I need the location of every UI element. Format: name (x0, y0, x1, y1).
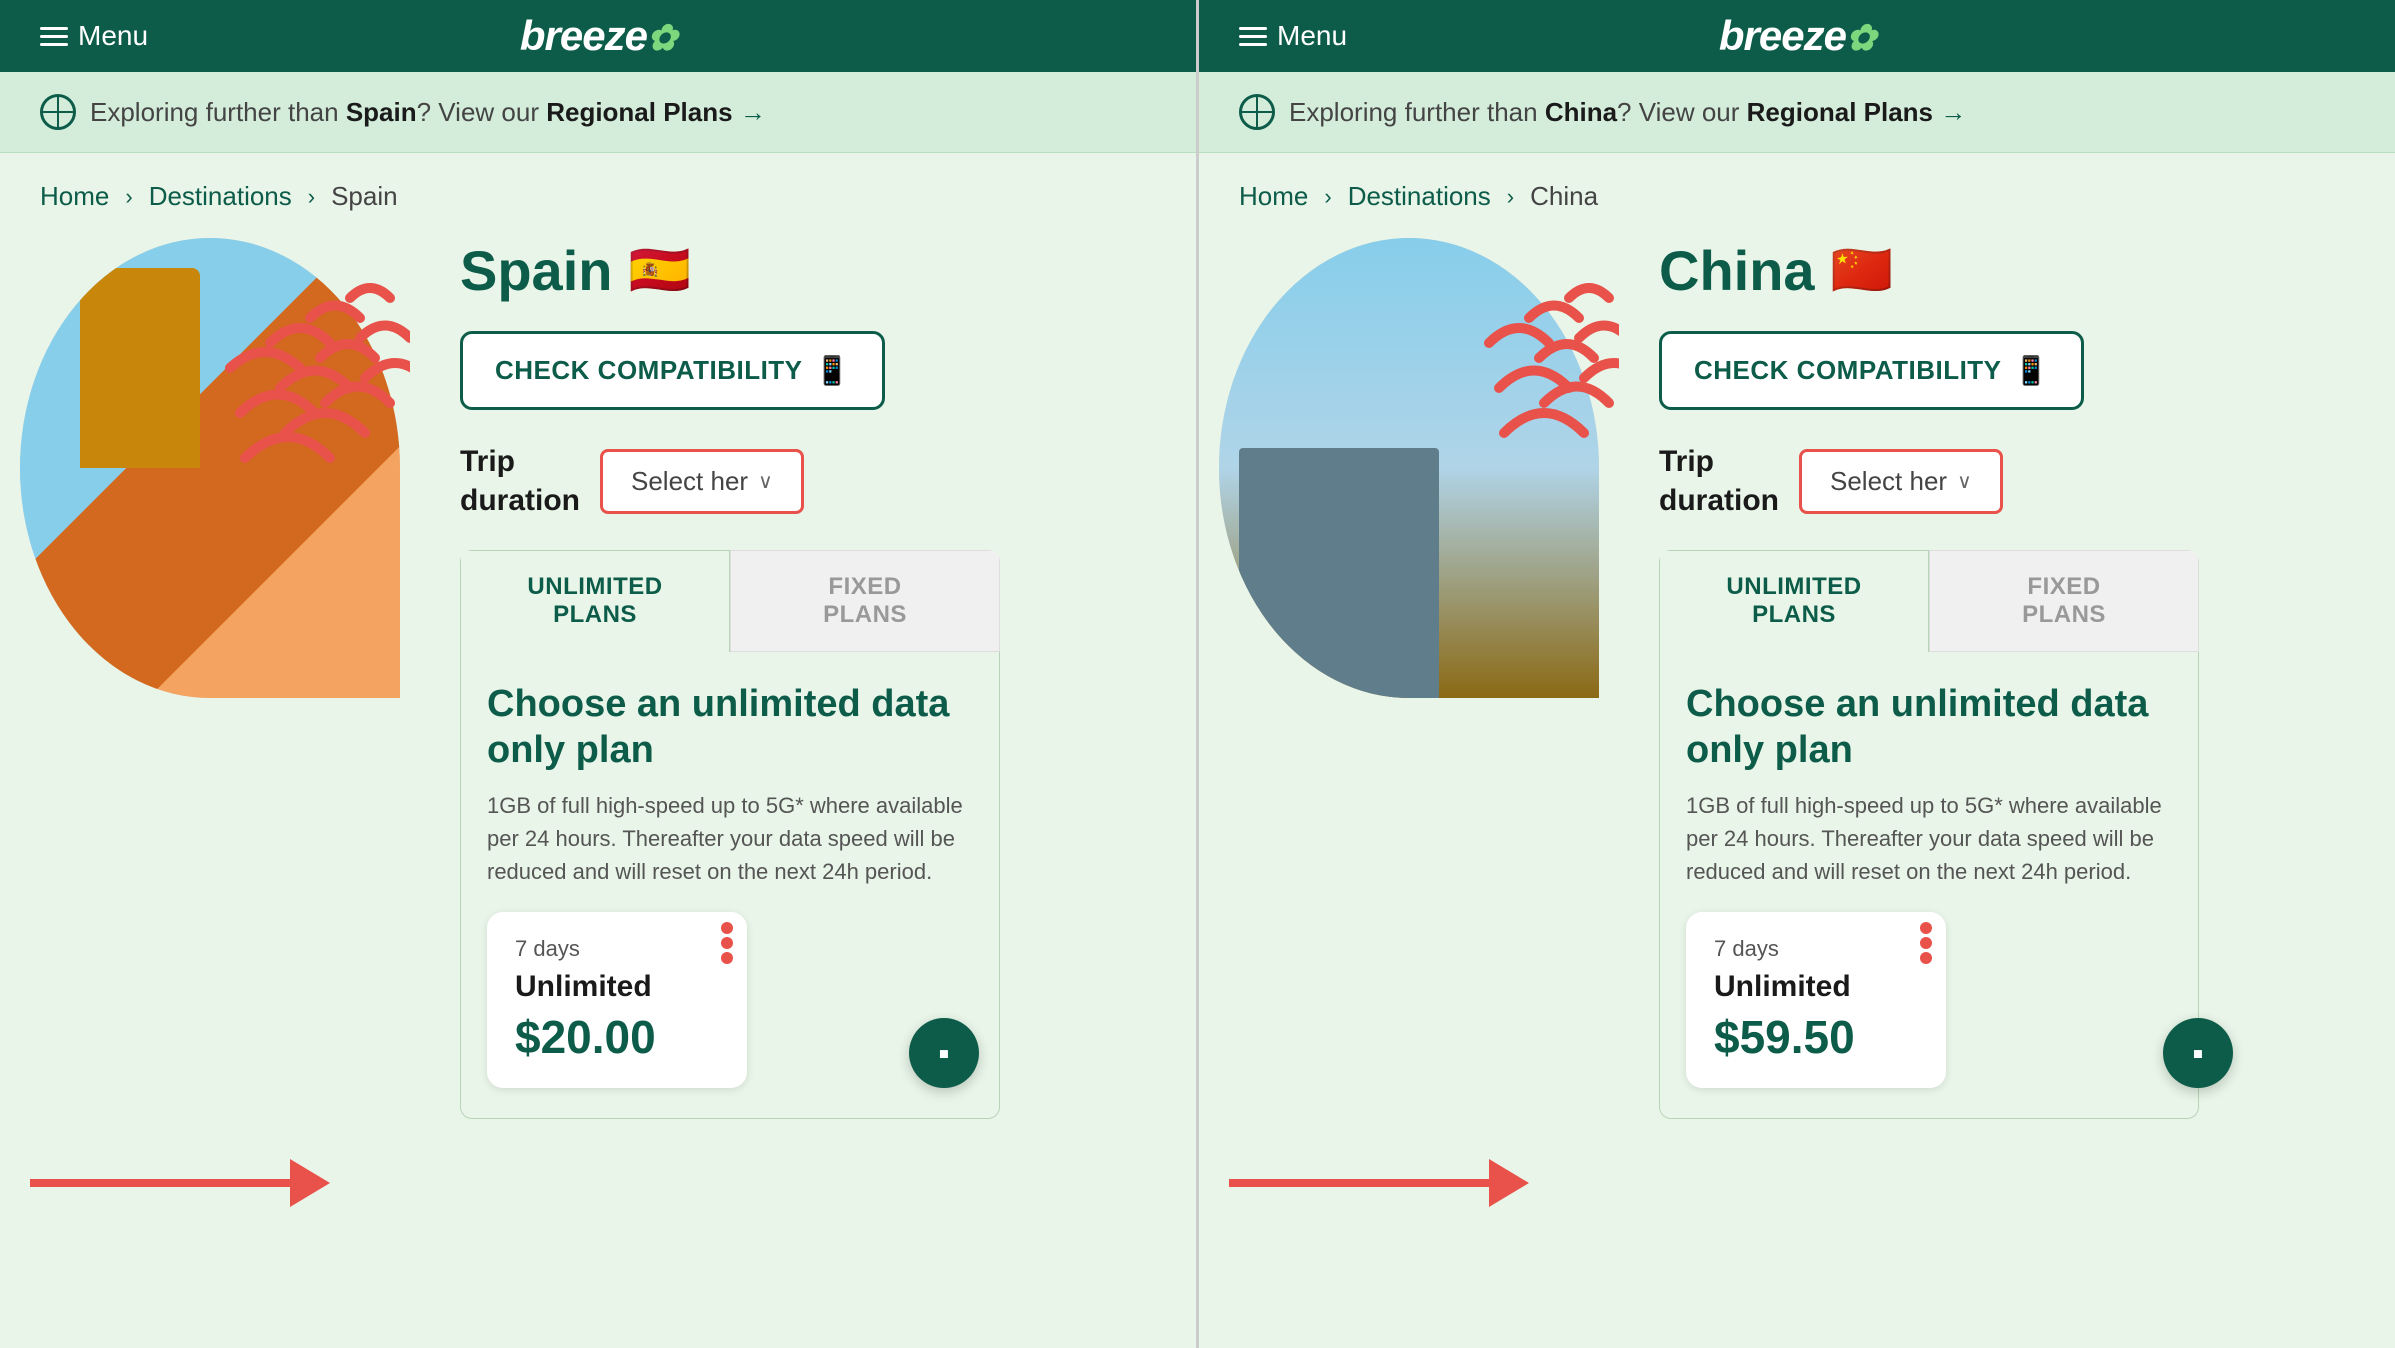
destination-title-china: China 🇨🇳 (1659, 238, 2365, 303)
chevron-down-icon-china: ∨ (1957, 469, 1972, 494)
regional-plans-link-spain[interactable]: Regional Plans → (546, 97, 766, 127)
china-panel: Menu breeze✿ Exploring further than Chin… (1199, 0, 2395, 1348)
navbar-spain: Menu breeze✿ (0, 0, 1196, 72)
chat-button-spain[interactable]: ▪ (909, 1018, 979, 1088)
plan-tabs-china: UNLIMITEDPLANS FIXEDPLANS (1659, 550, 2199, 652)
breadcrumb-home-spain[interactable]: Home (40, 181, 109, 212)
phone-icon-spain: 📱 (815, 354, 850, 387)
breadcrumb-spain: Home › Destinations › Spain (0, 153, 1196, 228)
banner-text-spain: Exploring further than Spain? View our R… (90, 97, 766, 128)
trip-label-china: Tripduration (1659, 442, 1779, 520)
plan-title-china: Choose an unlimited data only plan (1686, 682, 2172, 773)
flag-spain: 🇪🇸 (628, 241, 690, 300)
arrow-spain (30, 1158, 330, 1208)
navbar-china: Menu breeze✿ (1199, 0, 2395, 72)
price-card-china[interactable]: 7 days Unlimited $59.50 (1686, 912, 1946, 1088)
chat-icon-china: ▪ (2192, 1035, 2203, 1072)
price-days-spain: 7 days (515, 936, 719, 962)
spain-panel: Menu breeze✿ Exploring further than Spai… (0, 0, 1199, 1348)
trip-duration-row-china: Tripduration Select her ∨ (1659, 442, 2365, 520)
price-plan-spain: Unlimited (515, 970, 719, 1004)
hamburger-icon-china (1239, 27, 1267, 46)
plan-content-china: Choose an unlimited data only plan 1GB o… (1659, 652, 2199, 1119)
logo-spain: breeze✿ (520, 12, 676, 60)
info-section-spain: Spain 🇪🇸 CHECK COMPATIBILITY📱 Tripdurati… (440, 238, 1196, 1328)
plan-content-spain: Choose an unlimited data only plan 1GB o… (460, 652, 1000, 1119)
trip-label-spain: Tripduration (460, 442, 580, 520)
check-compat-btn-spain[interactable]: CHECK COMPATIBILITY📱 (460, 331, 885, 410)
plan-desc-china: 1GB of full high-speed up to 5G* where a… (1686, 789, 2172, 888)
chevron-down-icon-spain: ∨ (758, 469, 773, 494)
menu-button-spain[interactable]: Menu (40, 20, 148, 52)
hamburger-icon-spain (40, 27, 68, 46)
check-compat-btn-china[interactable]: CHECK COMPATIBILITY📱 (1659, 331, 2084, 410)
decorative-china (1439, 258, 1619, 523)
trip-select-china[interactable]: Select her ∨ (1799, 449, 2003, 514)
breadcrumb-sep2-spain: › (308, 184, 315, 210)
price-deco-spain (721, 922, 733, 964)
chat-icon-spain: ▪ (938, 1035, 949, 1072)
price-amount-spain: $20.00 (515, 1010, 719, 1064)
breadcrumb-current-china: China (1530, 181, 1598, 212)
decorative-spain (210, 258, 410, 543)
info-section-china: China 🇨🇳 CHECK COMPATIBILITY📱 Tripdurati… (1639, 238, 2395, 1328)
price-days-china: 7 days (1714, 936, 1918, 962)
banner-text-china: Exploring further than China? View our R… (1289, 97, 1966, 128)
globe-icon-spain (40, 94, 76, 130)
breadcrumb-sep1-china: › (1324, 184, 1331, 210)
globe-icon-china (1239, 94, 1275, 130)
tab-fixed-spain[interactable]: FIXEDPLANS (730, 550, 1000, 652)
breadcrumb-china: Home › Destinations › China (1199, 153, 2395, 228)
plan-tabs-spain: UNLIMITEDPLANS FIXEDPLANS (460, 550, 1000, 652)
tab-unlimited-china[interactable]: UNLIMITEDPLANS (1659, 550, 1929, 652)
price-card-spain[interactable]: 7 days Unlimited $20.00 (487, 912, 747, 1088)
main-content-china: China 🇨🇳 CHECK COMPATIBILITY📱 Tripdurati… (1199, 228, 2395, 1348)
trip-duration-row-spain: Tripduration Select her ∨ (460, 442, 1166, 520)
banner-country-spain: Spain (346, 97, 417, 127)
main-content-spain: Spain 🇪🇸 CHECK COMPATIBILITY📱 Tripdurati… (0, 228, 1196, 1348)
banner-country-china: China (1545, 97, 1617, 127)
destination-title-spain: Spain 🇪🇸 (460, 238, 1166, 303)
price-amount-china: $59.50 (1714, 1010, 1918, 1064)
info-banner-spain: Exploring further than Spain? View our R… (0, 72, 1196, 153)
breadcrumb-sep1-spain: › (125, 184, 132, 210)
breadcrumb-home-china[interactable]: Home (1239, 181, 1308, 212)
image-section-china (1219, 238, 1639, 1328)
plan-title-spain: Choose an unlimited data only plan (487, 682, 973, 773)
regional-plans-link-china[interactable]: Regional Plans → (1747, 97, 1967, 127)
breadcrumb-destinations-china[interactable]: Destinations (1348, 181, 1491, 212)
logo-china: breeze✿ (1719, 12, 1875, 60)
breadcrumb-sep2-china: › (1507, 184, 1514, 210)
arrow-china (1229, 1158, 1529, 1208)
trip-select-spain[interactable]: Select her ∨ (600, 449, 804, 514)
tab-fixed-china[interactable]: FIXEDPLANS (1929, 550, 2199, 652)
chat-button-china[interactable]: ▪ (2163, 1018, 2233, 1088)
tab-unlimited-spain[interactable]: UNLIMITEDPLANS (460, 550, 730, 652)
menu-label-china: Menu (1277, 20, 1347, 52)
price-plan-china: Unlimited (1714, 970, 1918, 1004)
menu-label-spain: Menu (78, 20, 148, 52)
plan-desc-spain: 1GB of full high-speed up to 5G* where a… (487, 789, 973, 888)
breadcrumb-current-spain: Spain (331, 181, 398, 212)
info-banner-china: Exploring further than China? View our R… (1199, 72, 2395, 153)
price-deco-china (1920, 922, 1932, 964)
flag-china: 🇨🇳 (1831, 241, 1893, 300)
menu-button-china[interactable]: Menu (1239, 20, 1347, 52)
phone-icon-china: 📱 (2014, 354, 2049, 387)
image-section-spain (20, 238, 440, 1328)
breadcrumb-destinations-spain[interactable]: Destinations (149, 181, 292, 212)
